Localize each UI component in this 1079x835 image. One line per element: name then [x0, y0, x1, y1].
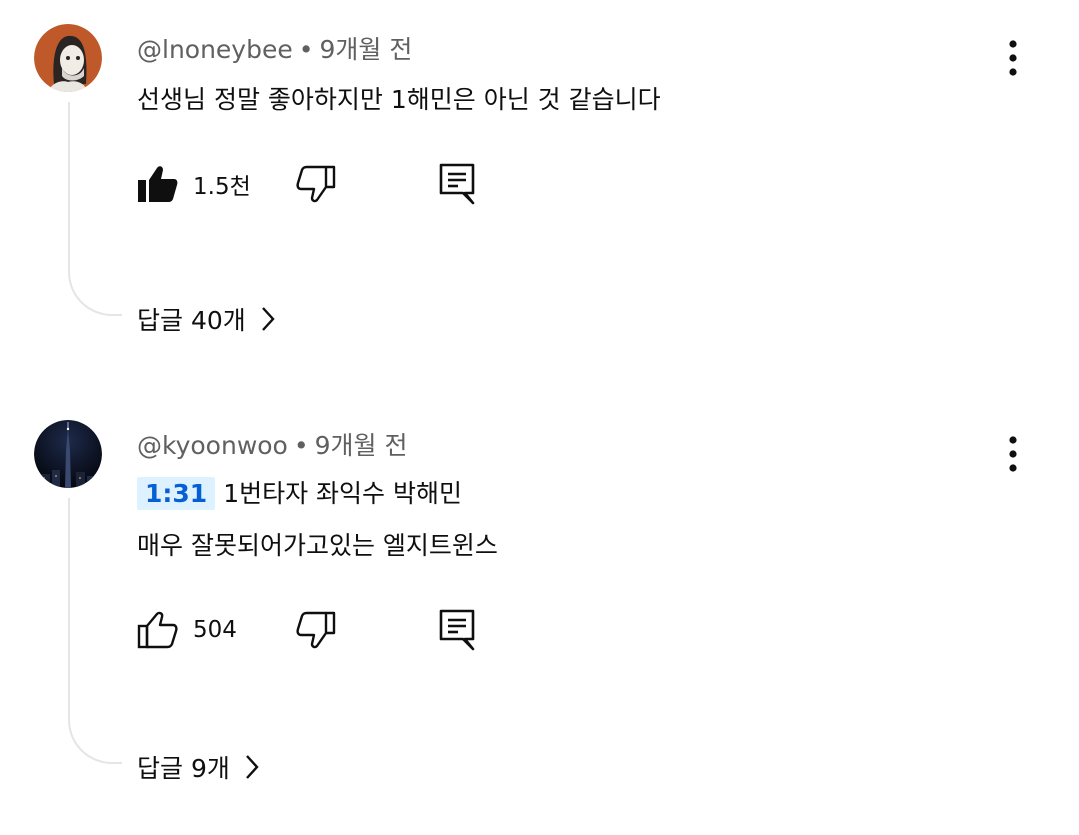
comment-meta: @lnoneybee • 9개월 전: [137, 30, 412, 66]
illustrated-person-avatar-icon: [34, 24, 102, 92]
comment-2: @kyoonwoo • 9개월 전 1:31 1번타자 좌익수 박해민 매우 잘못되어…: [0, 400, 1079, 835]
comment-time[interactable]: 9개월 전: [315, 431, 408, 460]
comment-text: 선생님 정말 좋아하지만 1해민은 아닌 것 같습니다: [137, 85, 661, 114]
dislike-button[interactable]: [295, 162, 337, 206]
thumbs-up-icon: [137, 611, 178, 649]
dislike-button[interactable]: [295, 608, 337, 652]
like-count: 504: [193, 617, 237, 643]
view-replies-button[interactable]: 답글 40개: [137, 301, 276, 337]
comment-text: 1번타자 좌익수 박해민: [223, 479, 462, 508]
like-button[interactable]: 1.5천: [137, 162, 251, 206]
view-replies-button[interactable]: 답글 9개: [137, 749, 260, 785]
like-button[interactable]: 504: [137, 608, 237, 652]
meta-separator: •: [293, 431, 309, 460]
comment-text-line-2: 매우 잘못되어가고있는 엘지트윈스: [137, 531, 498, 560]
comment-actions: 1.5천: [137, 162, 497, 206]
more-options-button[interactable]: [1000, 36, 1026, 80]
avatar[interactable]: [34, 420, 102, 488]
author-handle[interactable]: @kyoonwoo: [137, 431, 288, 460]
reply-comment-icon: [439, 163, 475, 205]
more-options-button[interactable]: [1000, 432, 1026, 476]
avatar[interactable]: [34, 24, 102, 92]
comment-text-line-1: 1:31 1번타자 좌익수 박해민: [137, 474, 462, 510]
comment-actions: 504: [137, 608, 497, 652]
chevron-right-icon: [260, 306, 276, 332]
more-vertical-icon: [1009, 40, 1017, 76]
comment-meta: @kyoonwoo • 9개월 전: [137, 426, 407, 462]
author-handle[interactable]: @lnoneybee: [137, 35, 293, 64]
thumbs-down-icon: [296, 165, 336, 203]
reply-comment-icon: [439, 609, 475, 651]
timestamp-link[interactable]: 1:31: [137, 477, 216, 510]
thumbs-down-icon: [296, 611, 336, 649]
comment-time[interactable]: 9개월 전: [320, 35, 413, 64]
thumbs-up-filled-icon: [138, 166, 178, 202]
meta-separator: •: [298, 35, 314, 64]
comment-1: @lnoneybee • 9개월 전 선생님 정말 좋아하지만 1해민은 아닌 것 …: [0, 0, 1079, 380]
more-vertical-icon: [1009, 436, 1017, 472]
thread-line: [68, 498, 122, 764]
like-count: 1.5천: [193, 174, 251, 200]
reply-button[interactable]: [439, 162, 475, 206]
reply-button[interactable]: [439, 608, 475, 652]
night-city-tower-avatar-icon: [34, 420, 102, 488]
replies-label: 답글 40개: [137, 306, 246, 335]
thread-line: [68, 102, 122, 316]
replies-label: 답글 9개: [137, 754, 230, 783]
chevron-right-icon: [244, 754, 260, 780]
